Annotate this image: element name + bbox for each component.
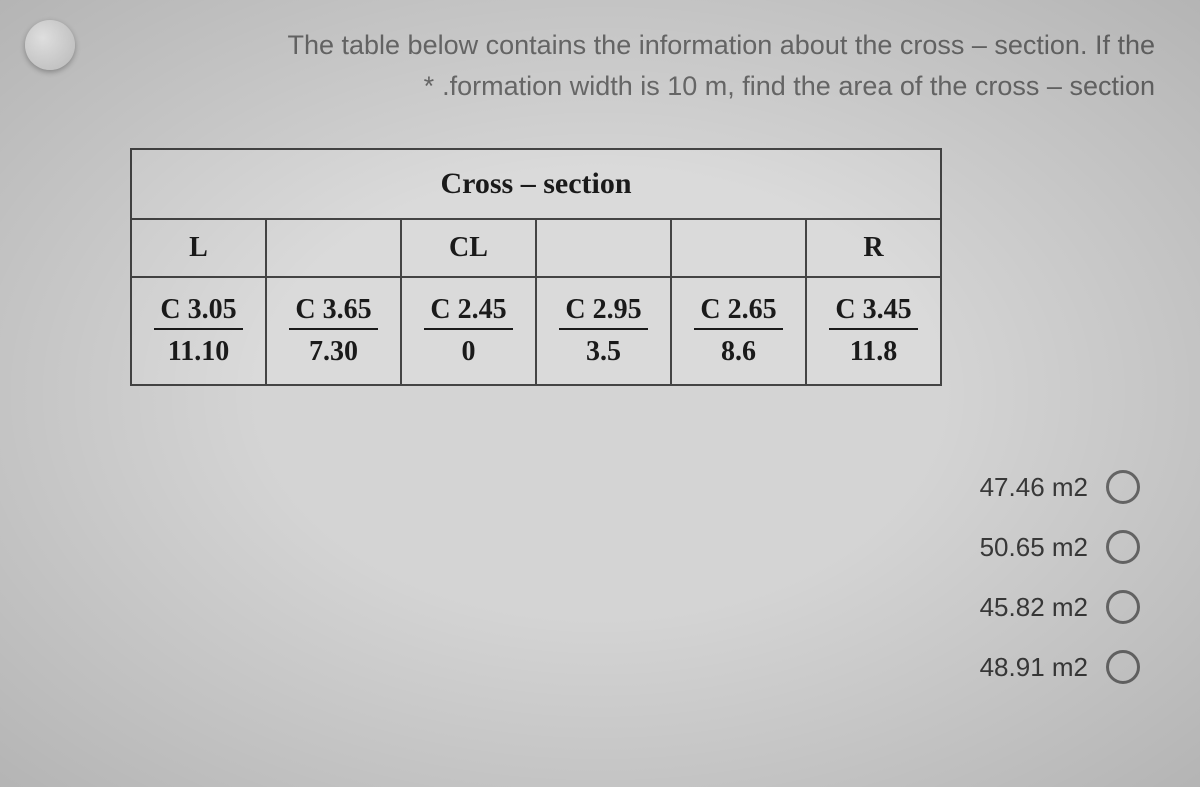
table-cell-3: C 2.95 3.5 bbox=[536, 277, 671, 385]
cell-0-bottom: 11.10 bbox=[168, 334, 229, 368]
option-1-label: 50.65 m2 bbox=[980, 532, 1088, 563]
cell-5-bottom: 11.8 bbox=[850, 334, 897, 368]
table-header-l: L bbox=[131, 219, 266, 277]
radio-icon[interactable] bbox=[1106, 650, 1140, 684]
option-0-label: 47.46 m2 bbox=[980, 472, 1088, 503]
cell-4-top: C 2.65 bbox=[694, 294, 782, 330]
table-cell-5: C 3.45 11.8 bbox=[806, 277, 941, 385]
table-cell-0: C 3.05 11.10 bbox=[131, 277, 266, 385]
question-text: The table below contains the information… bbox=[160, 25, 1155, 106]
cell-3-bottom: 3.5 bbox=[586, 334, 621, 368]
table-cell-2: C 2.45 0 bbox=[401, 277, 536, 385]
cross-section-table: Cross – section L CL R C 3.05 11.10 C 3.… bbox=[130, 148, 942, 386]
table-header-blank-3 bbox=[671, 219, 806, 277]
question-line-2: *.formation width is 10 m, find the area… bbox=[160, 66, 1155, 107]
cell-2-top: C 2.45 bbox=[424, 294, 512, 330]
answer-options: 47.46 m2 50.65 m2 45.82 m2 48.91 m2 bbox=[980, 470, 1140, 684]
option-3[interactable]: 48.91 m2 bbox=[980, 650, 1140, 684]
table-cell-4: C 2.65 8.6 bbox=[671, 277, 806, 385]
cross-section-table-container: Cross – section L CL R C 3.05 11.10 C 3.… bbox=[130, 148, 942, 386]
option-2-label: 45.82 m2 bbox=[980, 592, 1088, 623]
question-line-1: The table below contains the information… bbox=[160, 25, 1155, 66]
table-header-blank-2 bbox=[536, 219, 671, 277]
option-2[interactable]: 45.82 m2 bbox=[980, 590, 1140, 624]
cell-4-bottom: 8.6 bbox=[721, 334, 756, 368]
table-header-blank-1 bbox=[266, 219, 401, 277]
table-header-r: R bbox=[806, 219, 941, 277]
radio-icon[interactable] bbox=[1106, 470, 1140, 504]
option-3-label: 48.91 m2 bbox=[980, 652, 1088, 683]
cell-1-bottom: 7.30 bbox=[309, 334, 358, 368]
table-title: Cross – section bbox=[131, 149, 941, 219]
table-header-cl: CL bbox=[401, 219, 536, 277]
question-bullet bbox=[25, 20, 75, 70]
required-asterisk: * bbox=[424, 71, 435, 101]
table-cell-1: C 3.65 7.30 bbox=[266, 277, 401, 385]
option-1[interactable]: 50.65 m2 bbox=[980, 530, 1140, 564]
cell-3-top: C 2.95 bbox=[559, 294, 647, 330]
cell-0-top: C 3.05 bbox=[154, 294, 242, 330]
cell-2-bottom: 0 bbox=[462, 334, 476, 368]
question-line-2-text: .formation width is 10 m, find the area … bbox=[442, 71, 1155, 101]
cell-1-top: C 3.65 bbox=[289, 294, 377, 330]
option-0[interactable]: 47.46 m2 bbox=[980, 470, 1140, 504]
radio-icon[interactable] bbox=[1106, 530, 1140, 564]
cell-5-top: C 3.45 bbox=[829, 294, 917, 330]
radio-icon[interactable] bbox=[1106, 590, 1140, 624]
